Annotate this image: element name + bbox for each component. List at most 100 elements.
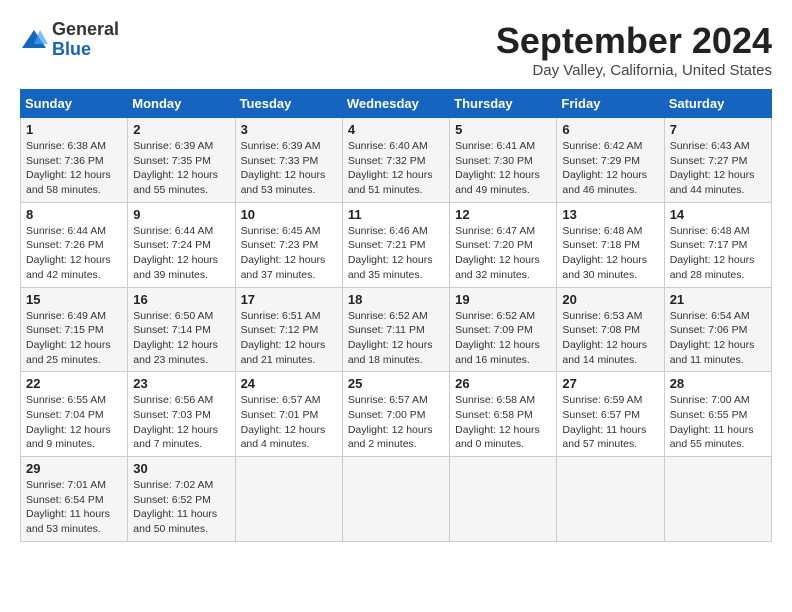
calendar-week-row: 22 Sunrise: 6:55 AM Sunset: 7:04 PM Dayli… [21, 372, 772, 457]
logo-text: General Blue [52, 20, 119, 60]
calendar-cell: 18 Sunrise: 6:52 AM Sunset: 7:11 PM Dayli… [342, 287, 449, 372]
day-info: Sunrise: 6:44 AM Sunset: 7:24 PM Dayligh… [133, 224, 229, 283]
weekday-header-thursday: Thursday [450, 90, 557, 118]
calendar-cell [664, 457, 771, 542]
calendar-cell: 13 Sunrise: 6:48 AM Sunset: 7:18 PM Dayli… [557, 202, 664, 287]
day-info: Sunrise: 6:47 AM Sunset: 7:20 PM Dayligh… [455, 224, 551, 283]
calendar-cell: 28Sunrise: 7:00 AM Sunset: 6:55 PM Dayli… [664, 372, 771, 457]
calendar-cell: 22 Sunrise: 6:55 AM Sunset: 7:04 PM Dayli… [21, 372, 128, 457]
calendar-cell: 12 Sunrise: 6:47 AM Sunset: 7:20 PM Dayli… [450, 202, 557, 287]
calendar-cell: 17 Sunrise: 6:51 AM Sunset: 7:12 PM Dayli… [235, 287, 342, 372]
day-number: 12 [455, 207, 551, 222]
day-info: Sunrise: 6:54 AM Sunset: 7:06 PM Dayligh… [670, 309, 766, 368]
day-info: Sunrise: 6:51 AM Sunset: 7:12 PM Dayligh… [241, 309, 337, 368]
day-number: 16 [133, 292, 229, 307]
day-info: Sunrise: 6:48 AM Sunset: 7:17 PM Dayligh… [670, 224, 766, 283]
day-number: 19 [455, 292, 551, 307]
day-info: Sunrise: 6:41 AM Sunset: 7:30 PM Dayligh… [455, 139, 551, 198]
day-info: Sunrise: 6:52 AM Sunset: 7:11 PM Dayligh… [348, 309, 444, 368]
calendar-week-row: 1 Sunrise: 6:38 AM Sunset: 7:36 PM Daylig… [21, 118, 772, 203]
weekday-header-monday: Monday [128, 90, 235, 118]
day-number: 2 [133, 122, 229, 137]
day-number: 15 [26, 292, 122, 307]
day-info: Sunrise: 6:52 AM Sunset: 7:09 PM Dayligh… [455, 309, 551, 368]
calendar-cell [450, 457, 557, 542]
day-info: Sunrise: 6:58 AM Sunset: 6:58 PM Dayligh… [455, 393, 551, 452]
day-info: Sunrise: 6:42 AM Sunset: 7:29 PM Dayligh… [562, 139, 658, 198]
calendar-cell: 1 Sunrise: 6:38 AM Sunset: 7:36 PM Daylig… [21, 118, 128, 203]
day-number: 3 [241, 122, 337, 137]
page-header: General Blue September 2024 Day Valley, … [20, 20, 772, 79]
weekday-header-saturday: Saturday [664, 90, 771, 118]
calendar-week-row: 29Sunrise: 7:01 AM Sunset: 6:54 PM Dayli… [21, 457, 772, 542]
day-number: 20 [562, 292, 658, 307]
calendar-cell: 21 Sunrise: 6:54 AM Sunset: 7:06 PM Dayli… [664, 287, 771, 372]
day-info: Sunrise: 6:50 AM Sunset: 7:14 PM Dayligh… [133, 309, 229, 368]
calendar-cell: 9 Sunrise: 6:44 AM Sunset: 7:24 PM Daylig… [128, 202, 235, 287]
day-info: Sunrise: 7:02 AM Sunset: 6:52 PM Dayligh… [133, 478, 229, 537]
weekday-header-friday: Friday [557, 90, 664, 118]
calendar-cell: 7Sunrise: 6:43 AM Sunset: 7:27 PM Daylig… [664, 118, 771, 203]
calendar-header-row: SundayMondayTuesdayWednesdayThursdayFrid… [21, 90, 772, 118]
calendar-cell [235, 457, 342, 542]
calendar-week-row: 15 Sunrise: 6:49 AM Sunset: 7:15 PM Dayli… [21, 287, 772, 372]
calendar-cell: 8 Sunrise: 6:44 AM Sunset: 7:26 PM Daylig… [21, 202, 128, 287]
logo: General Blue [20, 20, 119, 60]
calendar-cell: 19 Sunrise: 6:52 AM Sunset: 7:09 PM Dayli… [450, 287, 557, 372]
day-number: 10 [241, 207, 337, 222]
month-title: September 2024 [496, 20, 772, 62]
day-info: Sunrise: 6:57 AM Sunset: 7:01 PM Dayligh… [241, 393, 337, 452]
day-number: 28 [670, 376, 766, 391]
calendar-cell: 29Sunrise: 7:01 AM Sunset: 6:54 PM Dayli… [21, 457, 128, 542]
day-info: Sunrise: 6:53 AM Sunset: 7:08 PM Dayligh… [562, 309, 658, 368]
day-number: 5 [455, 122, 551, 137]
title-block: September 2024 Day Valley, California, U… [496, 20, 772, 79]
calendar-cell: 25 Sunrise: 6:57 AM Sunset: 7:00 PM Dayli… [342, 372, 449, 457]
day-number: 13 [562, 207, 658, 222]
calendar-cell: 27Sunrise: 6:59 AM Sunset: 6:57 PM Dayli… [557, 372, 664, 457]
day-number: 25 [348, 376, 444, 391]
day-number: 18 [348, 292, 444, 307]
calendar-cell: 4Sunrise: 6:40 AM Sunset: 7:32 PM Daylig… [342, 118, 449, 203]
logo-icon [20, 26, 48, 54]
day-number: 7 [670, 122, 766, 137]
day-number: 9 [133, 207, 229, 222]
day-info: Sunrise: 6:57 AM Sunset: 7:00 PM Dayligh… [348, 393, 444, 452]
calendar-table: SundayMondayTuesdayWednesdayThursdayFrid… [20, 89, 772, 542]
day-info: Sunrise: 6:46 AM Sunset: 7:21 PM Dayligh… [348, 224, 444, 283]
day-number: 24 [241, 376, 337, 391]
calendar-cell: 14 Sunrise: 6:48 AM Sunset: 7:17 PM Dayli… [664, 202, 771, 287]
day-number: 1 [26, 122, 122, 137]
day-info: Sunrise: 6:45 AM Sunset: 7:23 PM Dayligh… [241, 224, 337, 283]
calendar-cell: 3 Sunrise: 6:39 AM Sunset: 7:33 PM Daylig… [235, 118, 342, 203]
day-number: 26 [455, 376, 551, 391]
calendar-cell: 24 Sunrise: 6:57 AM Sunset: 7:01 PM Dayli… [235, 372, 342, 457]
calendar-cell: 26 Sunrise: 6:58 AM Sunset: 6:58 PM Dayli… [450, 372, 557, 457]
day-number: 17 [241, 292, 337, 307]
calendar-week-row: 8 Sunrise: 6:44 AM Sunset: 7:26 PM Daylig… [21, 202, 772, 287]
day-info: Sunrise: 6:38 AM Sunset: 7:36 PM Dayligh… [26, 139, 122, 198]
weekday-header-wednesday: Wednesday [342, 90, 449, 118]
day-info: Sunrise: 6:49 AM Sunset: 7:15 PM Dayligh… [26, 309, 122, 368]
calendar-cell: 6 Sunrise: 6:42 AM Sunset: 7:29 PM Daylig… [557, 118, 664, 203]
day-info: Sunrise: 6:48 AM Sunset: 7:18 PM Dayligh… [562, 224, 658, 283]
calendar-cell: 20 Sunrise: 6:53 AM Sunset: 7:08 PM Dayli… [557, 287, 664, 372]
calendar-cell [342, 457, 449, 542]
day-info: Sunrise: 6:39 AM Sunset: 7:35 PM Dayligh… [133, 139, 229, 198]
day-number: 11 [348, 207, 444, 222]
day-info: Sunrise: 6:44 AM Sunset: 7:26 PM Dayligh… [26, 224, 122, 283]
day-number: 29 [26, 461, 122, 476]
calendar-cell [557, 457, 664, 542]
day-info: Sunrise: 6:55 AM Sunset: 7:04 PM Dayligh… [26, 393, 122, 452]
day-number: 21 [670, 292, 766, 307]
day-number: 14 [670, 207, 766, 222]
day-number: 8 [26, 207, 122, 222]
day-info: Sunrise: 6:39 AM Sunset: 7:33 PM Dayligh… [241, 139, 337, 198]
day-number: 22 [26, 376, 122, 391]
calendar-cell: 11 Sunrise: 6:46 AM Sunset: 7:21 PM Dayli… [342, 202, 449, 287]
day-number: 4 [348, 122, 444, 137]
calendar-cell: 23Sunrise: 6:56 AM Sunset: 7:03 PM Dayli… [128, 372, 235, 457]
calendar-cell: 16 Sunrise: 6:50 AM Sunset: 7:14 PM Dayli… [128, 287, 235, 372]
day-number: 27 [562, 376, 658, 391]
day-number: 6 [562, 122, 658, 137]
